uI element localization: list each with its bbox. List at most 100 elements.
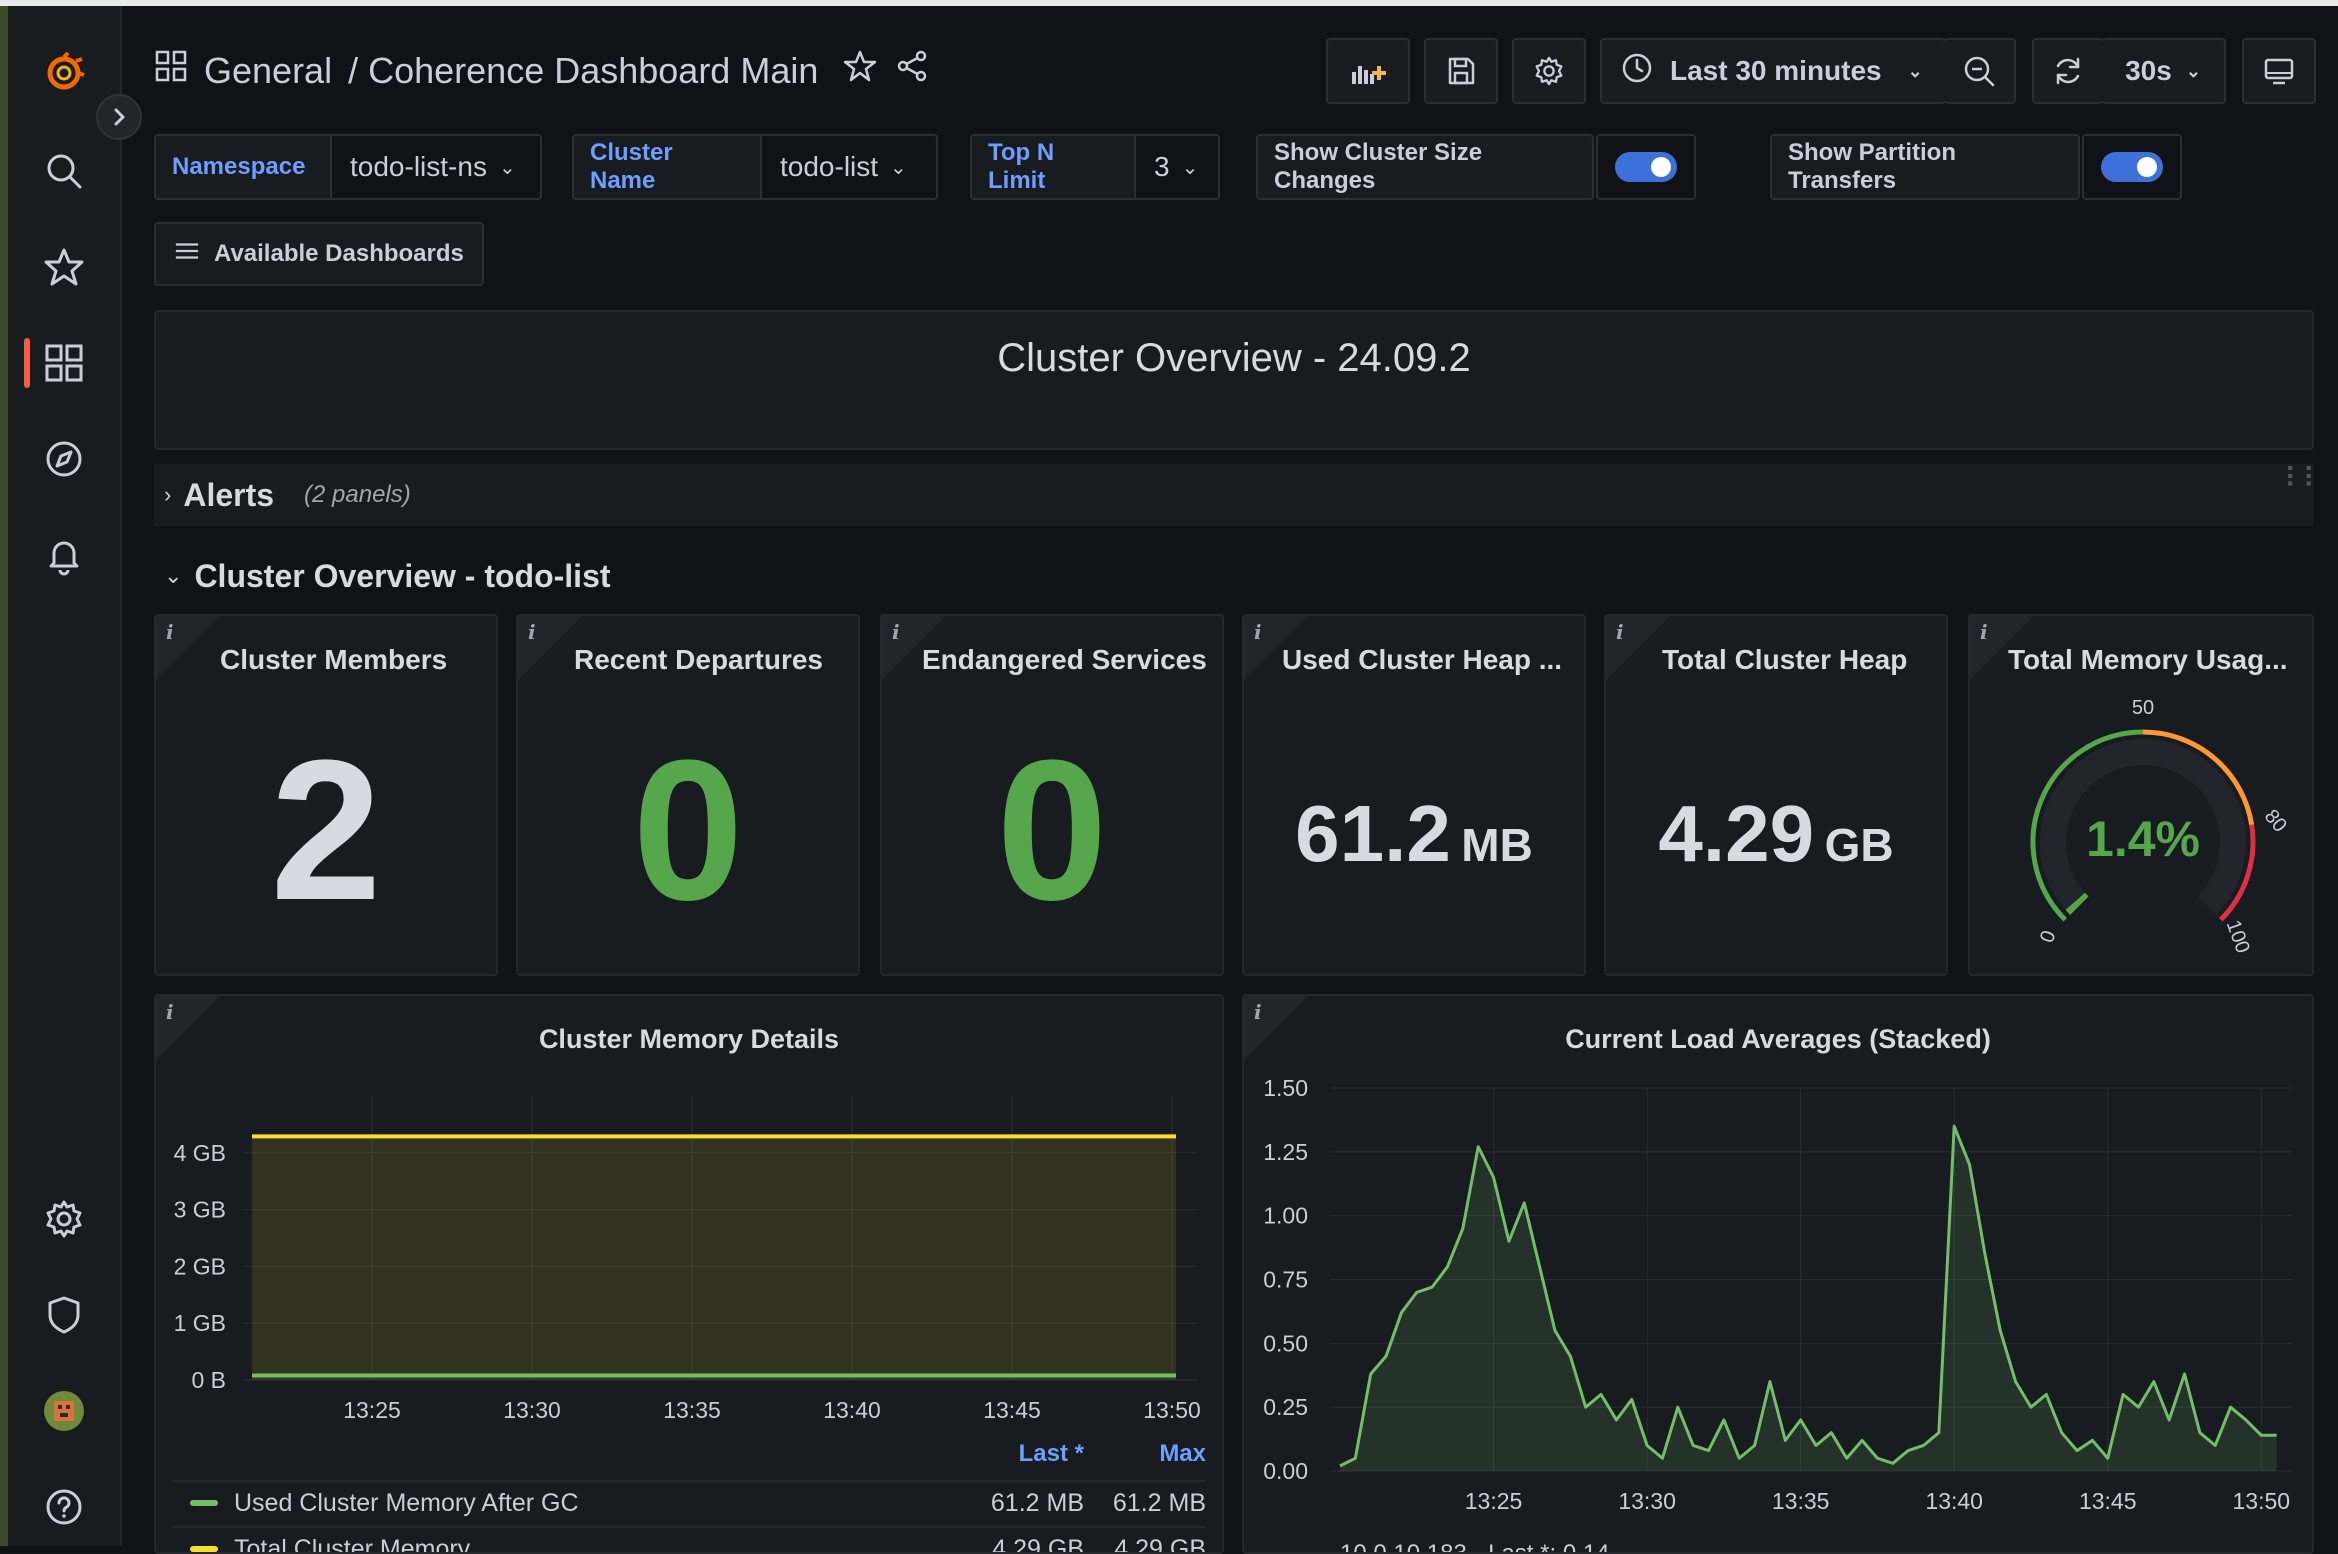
chevron-down-icon: ⌄ [2186, 61, 2201, 82]
info-icon[interactable]: i [1254, 620, 1262, 644]
info-icon[interactable]: i [892, 620, 900, 644]
series-area-total [252, 1136, 1176, 1380]
gauge-value-arc [2075, 901, 2079, 905]
show-cluster-size-changes-label: Show Cluster Size Changes [1256, 134, 1594, 200]
breadcrumb: General / Coherence Dashboard Main [154, 48, 930, 93]
configuration-gear-icon[interactable] [8, 1184, 120, 1254]
dashboards-icon[interactable] [8, 328, 120, 398]
top-n-limit-select[interactable]: 3⌄ [1134, 134, 1220, 200]
y-tick-label: 1 GB [174, 1310, 226, 1336]
available-dashboards-label: Available Dashboards [214, 240, 464, 268]
current-load-averages-panel[interactable]: i Current Load Averages (Stacked) 0.000.… [1242, 994, 2314, 1554]
info-icon[interactable]: i [166, 620, 174, 644]
help-icon[interactable] [8, 1472, 120, 1542]
dashboard-main: General / Coherence Dashboard Main Last … [122, 6, 2338, 1546]
cluster-name-label: Cluster Name [572, 134, 762, 200]
top-n-limit-label: Top N Limit [970, 134, 1136, 200]
x-tick-label: 13:45 [983, 1397, 1041, 1423]
refresh-button[interactable] [2032, 38, 2104, 104]
time-range-label: Last 30 minutes [1670, 55, 1882, 87]
tv-mode-button[interactable] [2242, 38, 2316, 104]
x-tick-label: 13:35 [663, 1397, 721, 1423]
clock-icon [1620, 51, 1654, 92]
chevron-down-icon: ⌄ [499, 155, 516, 180]
starred-icon[interactable] [8, 232, 120, 302]
sidebar-expand-button[interactable] [96, 94, 142, 140]
memory-chart: 0 B1 GB2 GB3 GB4 GB13:2513:3013:3513:401… [156, 1056, 1224, 1496]
server-admin-shield-icon[interactable] [8, 1280, 120, 1350]
legend-header-max[interactable]: Max [1084, 1440, 1206, 1476]
info-icon[interactable]: i [528, 620, 536, 644]
chevron-down-icon: ⌄ [1908, 61, 1923, 82]
x-tick-label: 13:45 [2079, 1488, 2137, 1514]
legend-max: 4.29 GB [1084, 1535, 1206, 1554]
y-tick-label: 0.00 [1263, 1458, 1308, 1484]
add-panel-button[interactable] [1326, 38, 1410, 104]
dashboard-title[interactable]: Coherence Dashboard Main [368, 50, 818, 92]
info-icon[interactable]: i [1254, 1000, 1262, 1024]
legend-row[interactable]: Used Cluster Memory After GC 61.2 MB 61.… [172, 1480, 1206, 1524]
panel-title: Recent Departures [574, 644, 823, 676]
y-tick-label: 0.50 [1263, 1330, 1308, 1356]
toggle-switch [2101, 152, 2163, 182]
show-partition-transfers-toggle[interactable] [2082, 134, 2182, 200]
cluster-memory-details-panel[interactable]: i Cluster Memory Details 0 B1 GB2 GB3 GB… [154, 994, 1224, 1554]
total-memory-usage-gauge-panel[interactable]: i Total Memory Usag... 050801001.4% [1968, 614, 2314, 976]
save-dashboard-button[interactable] [1424, 38, 1498, 104]
gauge-tick-label: 50 [2132, 697, 2154, 719]
time-range-picker[interactable]: Last 30 minutes ⌄ [1600, 38, 1946, 104]
x-tick-label: 13:25 [343, 1397, 401, 1423]
info-icon[interactable]: i [1616, 620, 1624, 644]
cluster-members-panel[interactable]: i Cluster Members 2 [154, 614, 498, 976]
total-cluster-heap-panel[interactable]: i Total Cluster Heap 4.29 GB [1604, 614, 1948, 976]
legend-max: 61.2 MB [1084, 1489, 1206, 1518]
legend-header-last[interactable]: Last * [964, 1440, 1084, 1476]
x-tick-label: 13:30 [503, 1397, 561, 1423]
used-cluster-heap-panel[interactable]: i Used Cluster Heap ... 61.2 MB [1242, 614, 1586, 976]
refresh-interval-label: 30s [2125, 55, 2172, 87]
favorite-star-icon[interactable] [842, 48, 878, 93]
drag-handle-icon[interactable]: ⠇⠇ [2284, 472, 2304, 486]
desktop-edge [0, 6, 8, 1546]
recent-departures-panel[interactable]: i Recent Departures 0 [516, 614, 860, 976]
x-tick-label: 13:40 [823, 1397, 881, 1423]
alerts-row-header[interactable]: › Alerts (2 panels) ⠇⠇ [154, 464, 2314, 526]
namespace-select[interactable]: todo-list-ns⌄ [330, 134, 542, 200]
alerts-row-title: Alerts [183, 477, 274, 514]
y-tick-label: 1.00 [1263, 1203, 1308, 1229]
dashboard-grid-icon [154, 49, 188, 92]
explore-icon[interactable] [8, 424, 120, 494]
dashboard-settings-button[interactable] [1512, 38, 1586, 104]
search-icon[interactable] [8, 136, 120, 206]
y-tick-label: 3 GB [174, 1197, 226, 1223]
panel-title: Total Cluster Heap [1662, 644, 1907, 676]
stat-value: 4.29 [1658, 789, 1814, 878]
stat-unit: MB [1461, 819, 1533, 871]
zoom-out-button[interactable] [1944, 38, 2016, 104]
gauge-tick-label: 0 [2036, 928, 2060, 946]
legend-name: Used Cluster Memory After GC [234, 1489, 964, 1518]
cluster-name-select[interactable]: todo-list ⌄ [760, 134, 938, 200]
y-tick-label: 0.25 [1263, 1394, 1308, 1420]
user-avatar[interactable] [8, 1376, 120, 1446]
legend-partial: 10.0.10.183 - Last *: 0.14 [1340, 1540, 1610, 1554]
share-icon[interactable] [894, 48, 930, 93]
series-area [1340, 1126, 2277, 1471]
x-tick-label: 13:50 [1143, 1397, 1201, 1423]
show-partition-transfers-label: Show Partition Transfers [1770, 134, 2080, 200]
alerting-bell-icon[interactable] [8, 520, 120, 590]
legend-row[interactable]: Total Cluster Memory 4.29 GB 4.29 GB [172, 1526, 1206, 1554]
refresh-interval-picker[interactable]: 30s ⌄ [2102, 38, 2226, 104]
chevron-down-icon: ⌄ [890, 155, 907, 180]
breadcrumb-folder[interactable]: General [204, 50, 332, 92]
cluster-name-value: todo-list [780, 151, 878, 183]
x-tick-label: 13:35 [1772, 1488, 1830, 1514]
cluster-overview-row-header[interactable]: ⌄ Cluster Overview - todo-list [154, 546, 611, 606]
grafana-logo-icon[interactable] [8, 38, 120, 108]
available-dashboards-link[interactable]: Available Dashboards [154, 222, 484, 286]
endangered-services-panel[interactable]: i Endangered Services 0 [880, 614, 1224, 976]
sidebar [8, 6, 122, 1546]
show-cluster-size-changes-toggle[interactable] [1596, 134, 1696, 200]
info-icon[interactable]: i [166, 1000, 174, 1024]
y-tick-label: 0 B [191, 1367, 226, 1393]
